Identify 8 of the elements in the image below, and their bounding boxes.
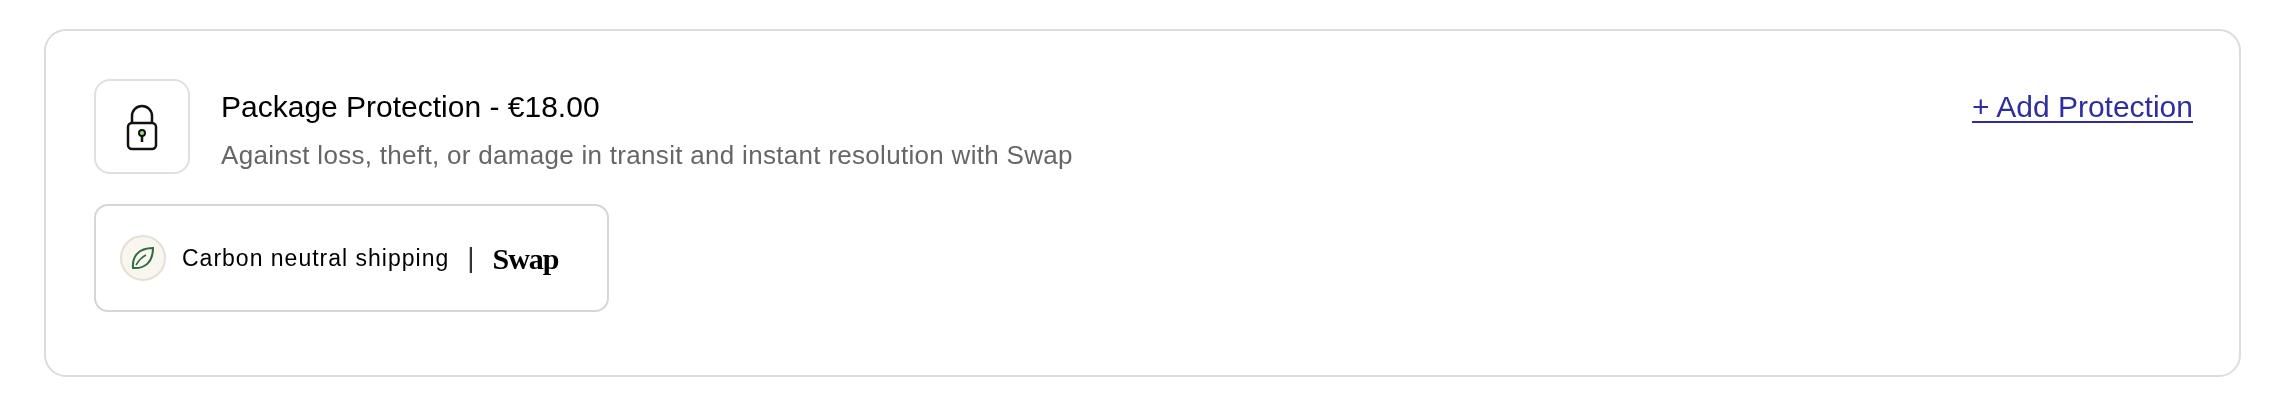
separator-text: |: [467, 241, 475, 275]
badge-label: Carbon neutral shipping: [182, 243, 450, 273]
add-protection-link[interactable]: + Add Protection: [1972, 89, 2193, 125]
leaf-icon: [120, 235, 166, 281]
protection-description: Against loss, theft, or damage in transit and instant resolution with Swap: [221, 139, 1074, 171]
protection-title: Package Protection - €18.00: [221, 89, 601, 125]
brand-text: Swap: [492, 240, 559, 277]
lock-icon: [126, 102, 158, 151]
